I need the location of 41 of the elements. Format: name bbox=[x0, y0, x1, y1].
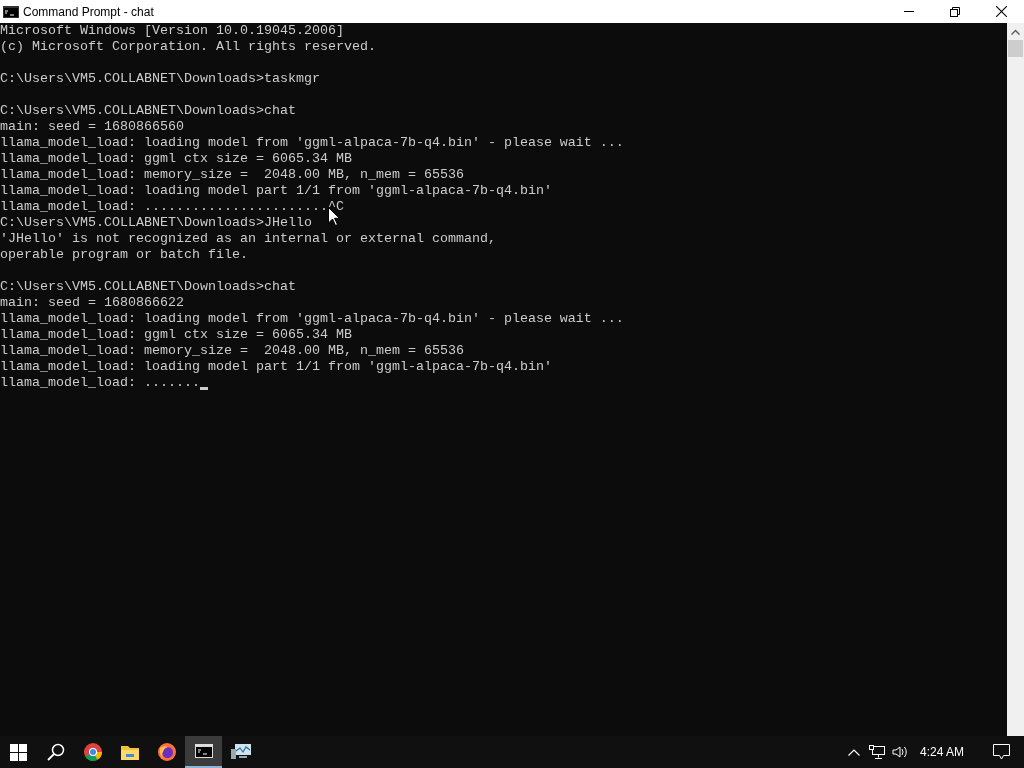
console-line: llama_model_load: loading model from 'ggml-alpaca-7b-q4.bin' - please wait ... bbox=[0, 311, 624, 327]
console-line: 'JHello' is not recognized as an internal or external command, bbox=[0, 231, 496, 247]
window-title: Command Prompt - chat bbox=[23, 3, 154, 21]
console-line: llama_model_load: loading model from 'ggml-alpaca-7b-q4.bin' - please wait ... bbox=[0, 135, 624, 151]
console-line: (c) Microsoft Corporation. All rights reserved. bbox=[0, 39, 376, 55]
terminal-icon bbox=[3, 5, 19, 18]
console-line: C:\Users\VM5.COLLABNET\Downloads>chat bbox=[0, 279, 296, 295]
console-line: llama_model_load: .......................^C bbox=[0, 199, 344, 215]
terminal-icon bbox=[194, 744, 213, 758]
console-line: C:\Users\VM5.COLLABNET\Downloads>taskmgr bbox=[0, 71, 320, 87]
console-line: llama_model_load: loading model part 1/1 from 'ggml-alpaca-7b-q4.bin' bbox=[0, 359, 552, 375]
console-line: llama_model_load: memory_size = 2048.00 MB, n_mem = 65536 bbox=[0, 167, 464, 183]
monitor-chart-icon bbox=[230, 743, 251, 761]
console-line: C:\Users\VM5.COLLABNET\Downloads>JHello bbox=[0, 215, 312, 231]
speaker-icon bbox=[892, 745, 908, 759]
console-line: llama_model_load: ggml ctx size = 6065.34 MB bbox=[0, 327, 352, 343]
folder-icon bbox=[120, 744, 139, 760]
console-line: main: seed = 1680866622 bbox=[0, 295, 184, 311]
console-line: main: seed = 1680866560 bbox=[0, 119, 184, 135]
scrollbar-thumb[interactable] bbox=[1008, 40, 1023, 57]
console-line: operable program or batch file. bbox=[0, 247, 248, 263]
close-icon bbox=[995, 6, 1007, 17]
clock[interactable]: 4:24 AM bbox=[917, 743, 967, 761]
fox-globe-icon bbox=[157, 743, 176, 761]
search-icon bbox=[46, 743, 65, 761]
browser-circle-icon bbox=[83, 743, 102, 761]
console-line: llama_model_load: ggml ctx size = 6065.34 MB bbox=[0, 151, 352, 167]
console-line: llama_model_load: memory_size = 2048.00 MB, n_mem = 65536 bbox=[0, 343, 464, 359]
minimize-icon bbox=[904, 11, 914, 12]
notification-icon bbox=[993, 744, 1010, 760]
console-line: llama_model_load: loading model part 1/1 from 'ggml-alpaca-7b-q4.bin' bbox=[0, 183, 552, 199]
console-line: llama_model_load: ....... bbox=[0, 375, 200, 391]
windows-logo-icon bbox=[10, 743, 27, 761]
scroll-up-icon bbox=[1011, 29, 1020, 35]
chevron-up-icon bbox=[848, 748, 860, 756]
network-icon bbox=[869, 745, 885, 759]
console-line: C:\Users\VM5.COLLABNET\Downloads>chat bbox=[0, 103, 296, 119]
taskbar-button[interactable] bbox=[185, 736, 222, 768]
scrollbar[interactable] bbox=[1007, 23, 1024, 736]
console-line: Microsoft Windows [Version 10.0.19045.2006] bbox=[0, 23, 344, 39]
restore-icon bbox=[950, 6, 960, 17]
